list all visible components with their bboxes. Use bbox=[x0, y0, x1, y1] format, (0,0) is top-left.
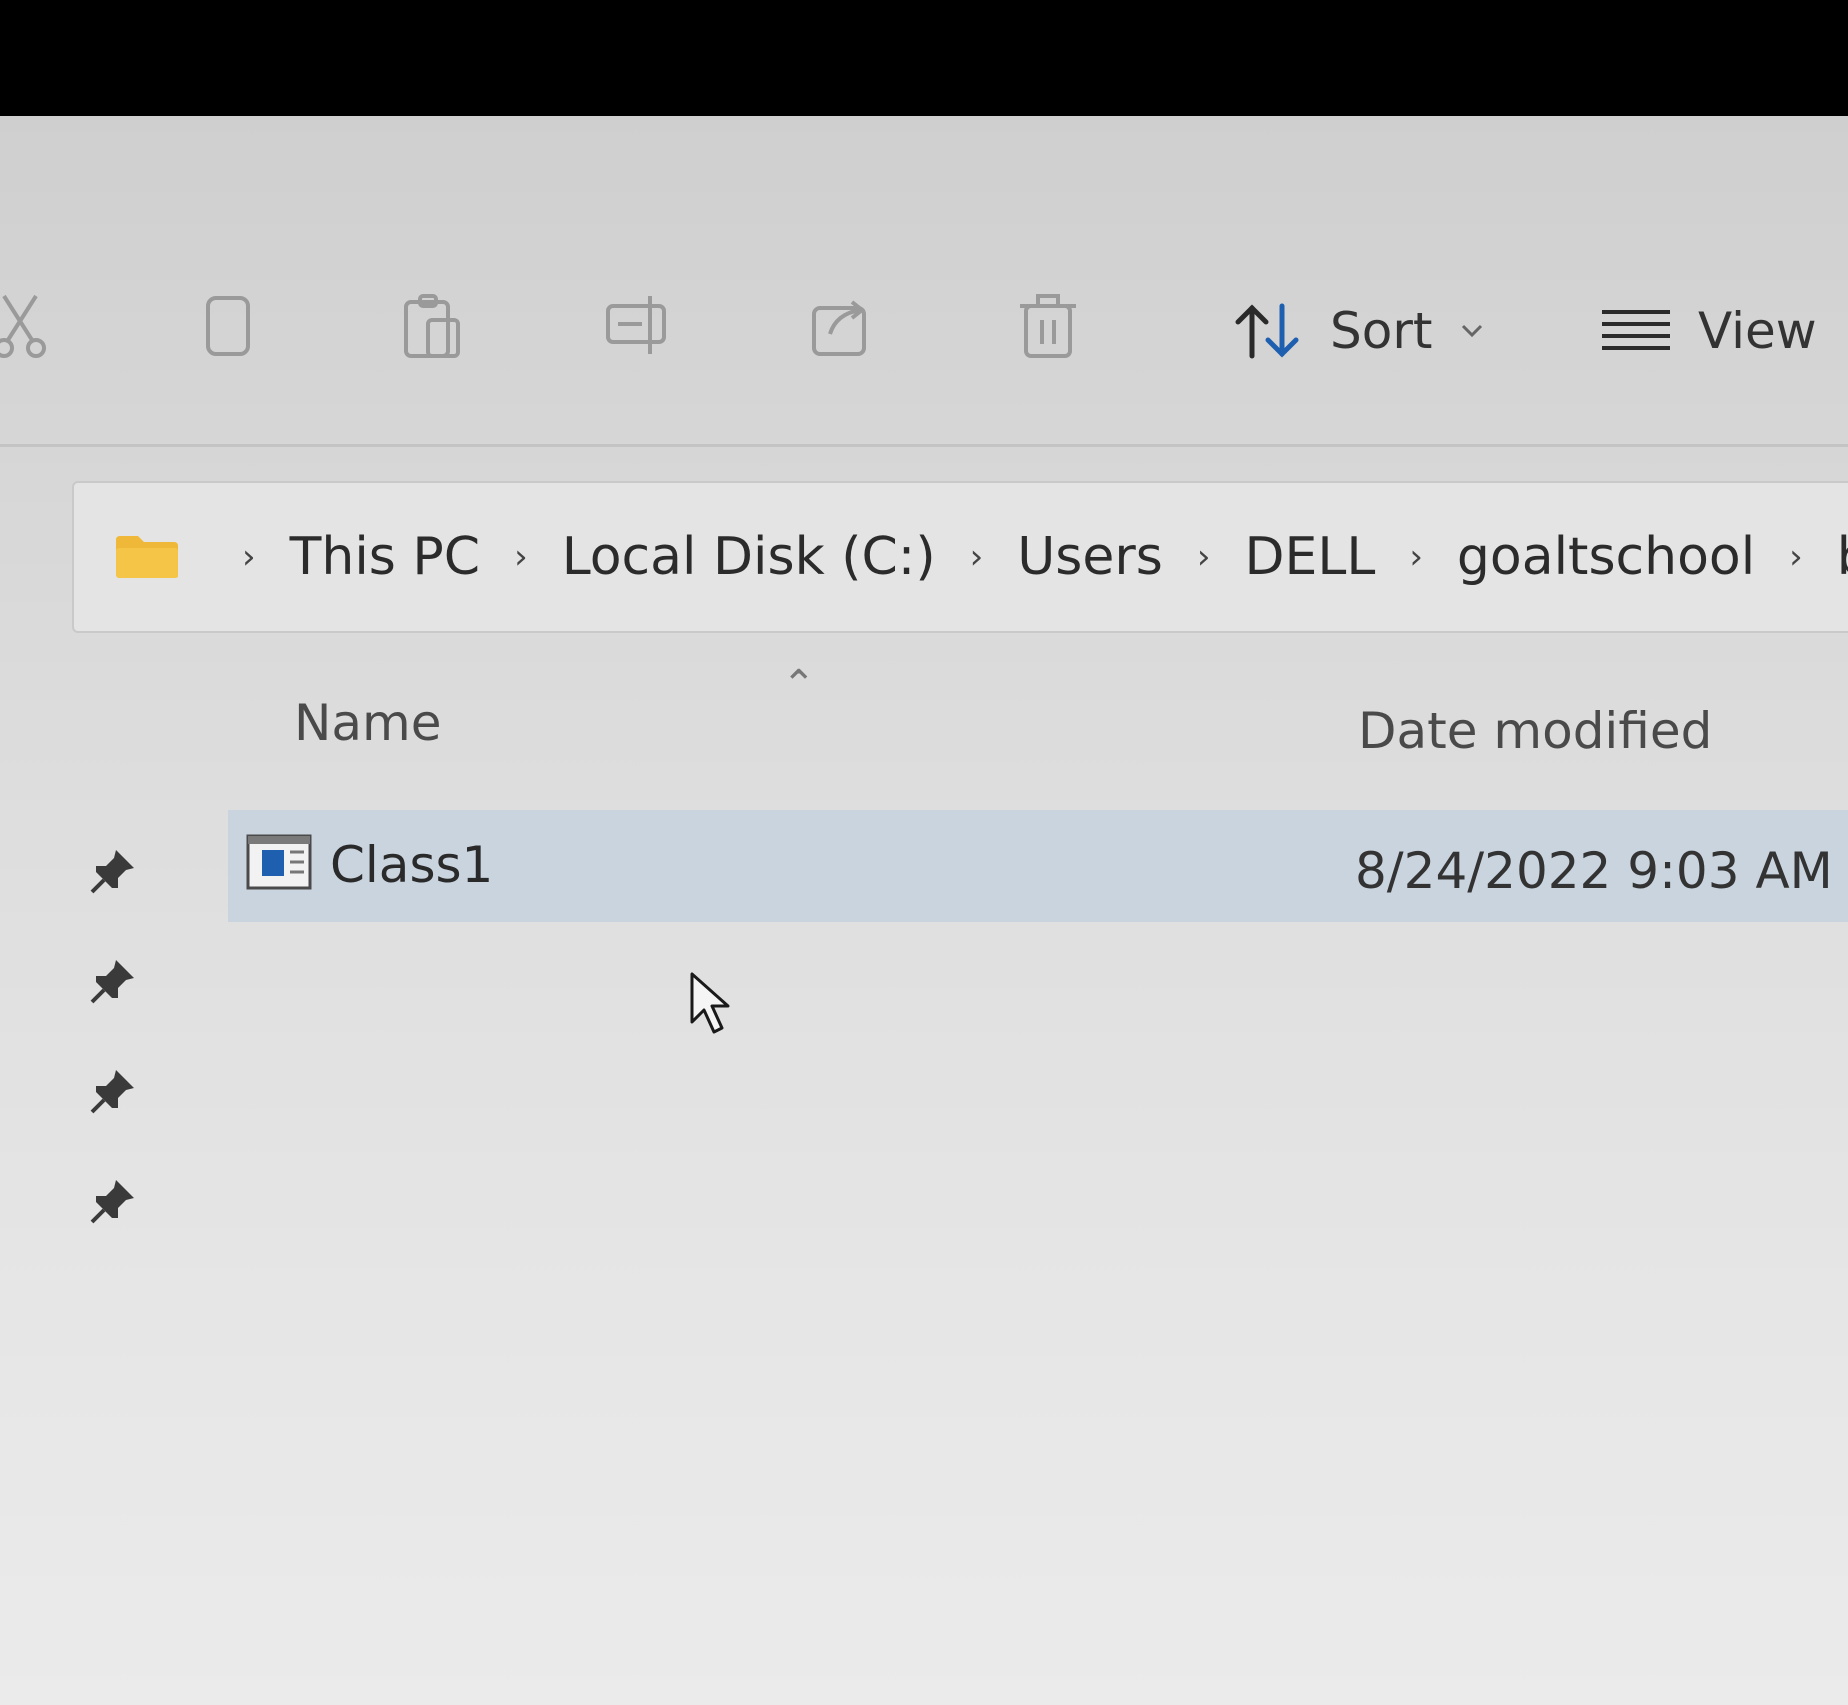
toolbar-divider bbox=[0, 444, 1848, 447]
folder-icon bbox=[116, 536, 178, 578]
pin-icon bbox=[90, 1180, 134, 1224]
breadcrumb-goaltschool[interactable]: goaltschool bbox=[1457, 527, 1755, 587]
breadcrumb-bin[interactable]: bin bbox=[1837, 527, 1848, 587]
chevron-right-icon[interactable]: › bbox=[1409, 537, 1423, 577]
breadcrumb-this-pc[interactable]: This PC bbox=[290, 527, 480, 587]
column-header-date-modified[interactable]: Date modified bbox=[1358, 702, 1712, 760]
breadcrumb: › This PC › Local Disk (C:) › Users › DE… bbox=[114, 483, 1848, 631]
chevron-right-icon[interactable]: › bbox=[1789, 537, 1803, 577]
sort-label: Sort bbox=[1330, 302, 1433, 360]
rename-icon[interactable] bbox=[598, 286, 678, 366]
pin-icon bbox=[90, 960, 134, 1004]
breadcrumb-dell[interactable]: DELL bbox=[1244, 527, 1375, 587]
address-bar[interactable]: › This PC › Local Disk (C:) › Users › DE… bbox=[72, 481, 1848, 633]
view-label: View bbox=[1698, 302, 1817, 360]
file-date-modified: 8/24/2022 9:03 AM bbox=[1355, 842, 1833, 900]
view-details-icon bbox=[1602, 310, 1670, 350]
chevron-right-icon[interactable]: › bbox=[970, 537, 984, 577]
column-header-name[interactable]: Name bbox=[294, 694, 442, 752]
cut-icon[interactable] bbox=[0, 286, 60, 366]
delete-icon[interactable] bbox=[1008, 286, 1088, 366]
file-name[interactable]: Class1 bbox=[330, 836, 493, 894]
view-button[interactable]: View bbox=[1600, 296, 1817, 366]
chevron-down-icon bbox=[1461, 324, 1482, 338]
sort-icon bbox=[1235, 303, 1299, 359]
mouse-cursor-icon bbox=[690, 972, 730, 1034]
pin-icon bbox=[90, 1070, 134, 1114]
chevron-right-icon[interactable]: › bbox=[514, 537, 528, 577]
pin-icon bbox=[90, 850, 134, 894]
copy-icon[interactable] bbox=[188, 286, 268, 366]
sort-button[interactable]: Sort bbox=[1232, 296, 1485, 366]
breadcrumb-local-disk[interactable]: Local Disk (C:) bbox=[562, 527, 936, 587]
application-window-icon[interactable] bbox=[246, 834, 312, 890]
screen: Sort View › This PC › Local Disk (C:) › … bbox=[0, 0, 1848, 1705]
chevron-right-icon: › bbox=[242, 537, 256, 577]
command-bar: Sort View bbox=[0, 116, 1848, 447]
file-explorer-window: Sort View › This PC › Local Disk (C:) › … bbox=[0, 116, 1848, 1705]
share-icon[interactable] bbox=[802, 286, 882, 366]
breadcrumb-users[interactable]: Users bbox=[1017, 527, 1163, 587]
paste-icon[interactable] bbox=[392, 286, 472, 366]
chevron-right-icon[interactable]: › bbox=[1197, 537, 1211, 577]
sort-ascending-icon: ⌃ bbox=[782, 662, 816, 708]
